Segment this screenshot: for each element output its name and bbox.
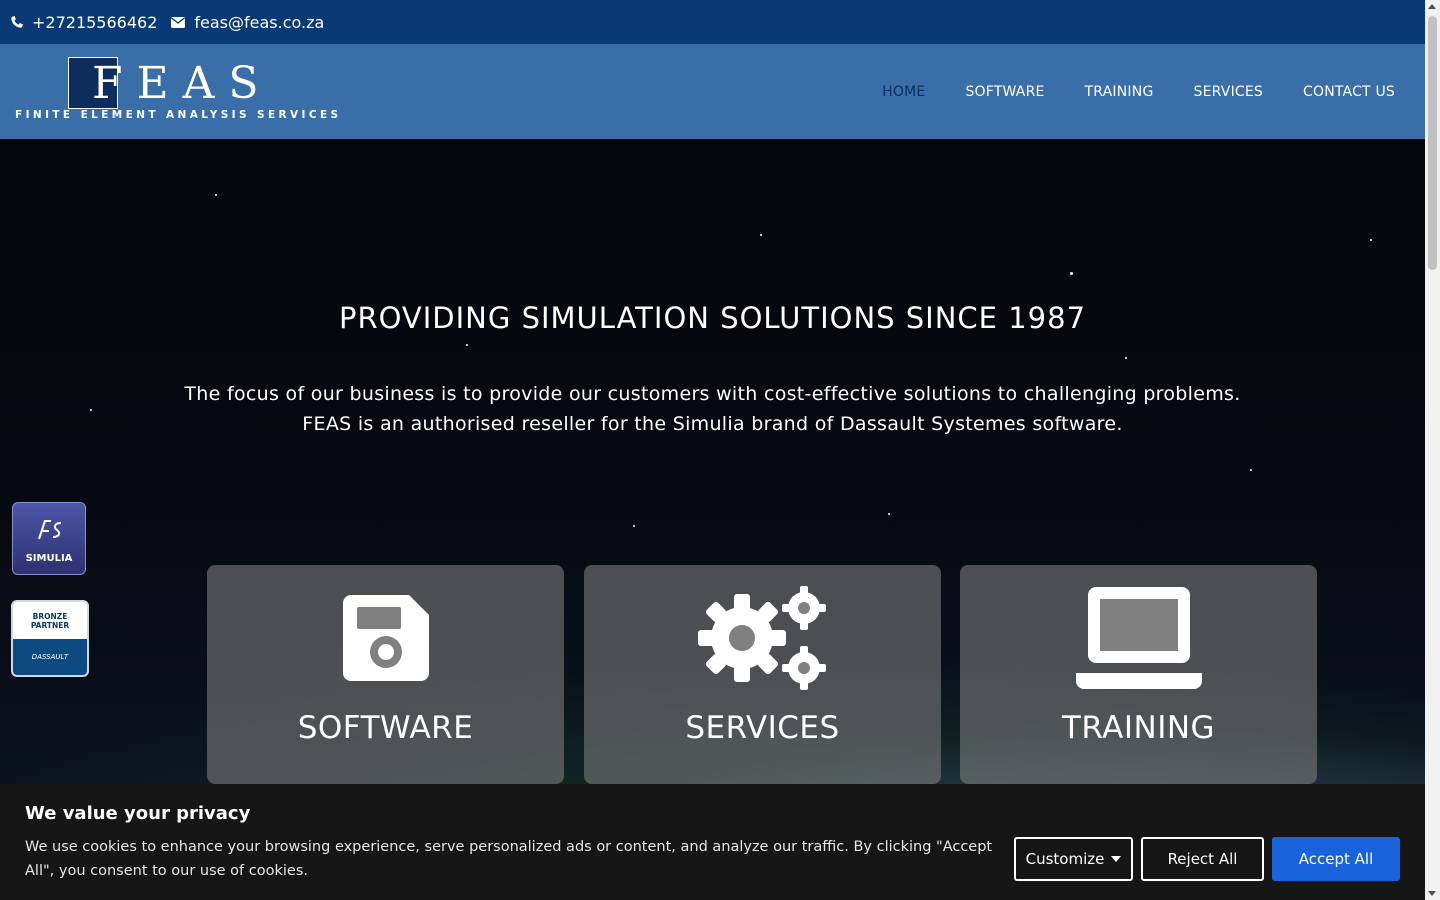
customize-label: Customize [1025, 850, 1105, 868]
bronze-partner-badge[interactable]: BRONZE PARTNER DASSAULT SYSTEMES [11, 600, 89, 677]
training-card[interactable]: TRAINING [960, 565, 1317, 784]
hero-line-2: FEAS is an authorised reseller for the S… [302, 413, 1123, 435]
envelope-icon [171, 16, 186, 28]
services-card-label: SERVICES [685, 710, 840, 746]
star [888, 513, 890, 515]
software-card[interactable]: SOFTWARE [207, 565, 564, 784]
email-address: feas@feas.co.za [194, 12, 325, 32]
star [1370, 239, 1372, 241]
star [1125, 357, 1127, 359]
logo-letters: FEAS [92, 57, 273, 109]
accept-all-button[interactable]: Accept All [1272, 837, 1400, 881]
nav-contact[interactable]: CONTACT US [1303, 84, 1395, 100]
simulia-badge[interactable]: SIMULIA [12, 502, 86, 575]
simulia-label: SIMULIA [25, 553, 73, 564]
star [633, 525, 635, 527]
star [466, 344, 468, 346]
cookie-title: We value your privacy [25, 803, 251, 824]
reject-all-button[interactable]: Reject All [1141, 837, 1264, 881]
page-scrollbar[interactable] [1425, 0, 1440, 900]
software-card-label: SOFTWARE [297, 710, 474, 746]
ds-logo-icon [38, 520, 62, 540]
services-card[interactable]: SERVICES [584, 565, 941, 784]
partner-line-1: BRONZE [32, 612, 68, 621]
cookie-banner: We value your privacy We use cookies to … [0, 784, 1425, 900]
star [1250, 469, 1252, 471]
site-header: FEAS FINITE ELEMENT ANALYSIS SERVICES HO… [0, 44, 1425, 139]
hero-title: PROVIDING SIMULATION SOLUTIONS SINCE 198… [338, 301, 1087, 335]
floppy-disk-icon [207, 583, 564, 693]
nav-training[interactable]: TRAINING [1085, 84, 1154, 100]
feas-logo[interactable]: FEAS FINITE ELEMENT ANALYSIS SERVICES [14, 56, 338, 124]
dassault-logo: DASSAULT SYSTEMES [13, 639, 87, 675]
logo-tagline: FINITE ELEMENT ANALYSIS SERVICES [15, 109, 342, 121]
nav-services[interactable]: SERVICES [1194, 84, 1264, 100]
phone-link[interactable]: +27215566462 [10, 13, 157, 32]
caret-down-icon [1111, 856, 1122, 862]
nav-home[interactable]: HOME [882, 84, 925, 100]
star [760, 234, 762, 236]
contact-bar: +27215566462 feas@feas.co.za [0, 0, 1425, 44]
training-card-label: TRAINING [1061, 710, 1216, 746]
gears-icon [584, 583, 941, 693]
cookie-message: We use cookies to enhance your browsing … [25, 839, 993, 879]
partner-text: BRONZE PARTNER [13, 602, 87, 640]
main-nav: HOME SOFTWARE TRAINING SERVICES CONTACT … [842, 44, 1395, 139]
phone-icon [11, 15, 23, 28]
partner-line-2: PARTNER [30, 621, 70, 630]
laptop-icon [960, 583, 1317, 693]
hero-line-1: The focus of our business is to provide … [184, 383, 1241, 405]
scroll-down-arrow-icon[interactable] [1428, 891, 1436, 896]
scroll-up-arrow-icon[interactable] [1428, 4, 1436, 9]
hero-description: The focus of our business is to provide … [0, 379, 1425, 439]
email-link[interactable]: feas@feas.co.za [171, 13, 324, 32]
star [1070, 272, 1073, 275]
scrollbar-thumb[interactable] [1428, 16, 1437, 270]
star [215, 194, 217, 196]
customize-button[interactable]: Customize [1014, 837, 1133, 881]
nav-software[interactable]: SOFTWARE [965, 84, 1044, 100]
phone-number: +27215566462 [32, 12, 158, 32]
